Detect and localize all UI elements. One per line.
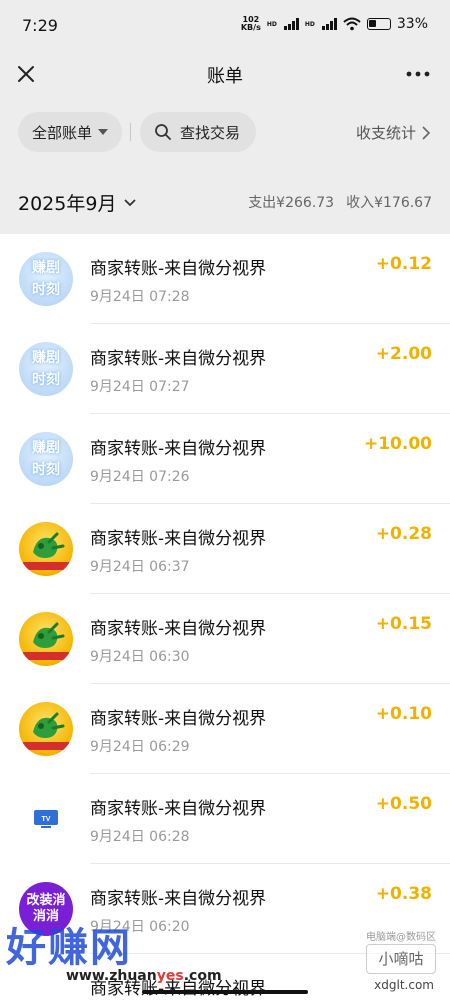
stats-link[interactable]: 收支统计: [356, 122, 430, 143]
transaction-name: 商家转账-来自微分视界: [90, 439, 267, 459]
transaction-time: 9月24日 07:27: [90, 379, 190, 395]
month-label: 2025年9月: [18, 193, 117, 215]
game-app-avatar: [19, 612, 73, 666]
transaction-time: 9月24日 06:29: [90, 739, 190, 755]
search-icon: [155, 124, 171, 140]
transaction-row[interactable]: 赚剧时刻 商家转账-来自微分视界 9月24日 07:27 +2.00: [0, 324, 450, 414]
transaction-row[interactable]: TV 商家转账-来自微分视界 9月24日 06:28 +0.50: [0, 774, 450, 864]
transaction-name: 商家转账-来自微分视界: [90, 349, 267, 369]
drama-app-avatar: 赚剧时刻: [19, 252, 73, 306]
signal-icon: [283, 18, 299, 30]
transaction-amount: +0.28: [375, 524, 432, 544]
drama-app-avatar: 赚剧时刻: [19, 432, 73, 486]
dragon-icon: [23, 712, 69, 750]
svg-text:TV: TV: [42, 816, 51, 823]
transaction-amount: +2.00: [375, 344, 432, 364]
transaction-name: 商家转账-来自微分视界: [90, 619, 267, 639]
transaction-name: 商家转账-来自微分视界: [90, 259, 267, 279]
transaction-time: 9月24日 06:30: [90, 649, 190, 665]
all-bills-filter[interactable]: 全部账单: [18, 112, 122, 152]
transaction-amount: +0.15: [375, 614, 432, 634]
chevron-right-icon: [422, 125, 430, 140]
page-title: 账单: [207, 66, 243, 87]
transaction-name: 商家转账-来自微分视界: [90, 799, 267, 819]
status-bar: 7:29 102 KB/s HD HD 33%: [0, 0, 450, 52]
transaction-time: 9月24日 06:37: [90, 559, 190, 575]
watermark-caption: 电脑端@数码区: [366, 932, 436, 943]
watermark-badge: 小嘀咕: [366, 944, 436, 974]
search-label: 查找交易: [180, 123, 241, 142]
watermark-site: xdglt.com: [374, 978, 434, 992]
hd-icon-2: HD: [304, 20, 315, 28]
transaction-time: 9月24日 07:28: [90, 289, 190, 305]
nav-bar: 账单: [0, 52, 450, 96]
game-app-avatar: [19, 522, 73, 576]
filter-divider: [130, 123, 131, 141]
dragon-icon: [23, 622, 69, 660]
tv-app-avatar: TV: [19, 792, 73, 846]
transaction-row[interactable]: 商家转账-来自微分视界 9月24日 06:29 +0.10: [0, 684, 450, 774]
network-speed: 102 KB/s: [240, 15, 261, 32]
stats-label: 收支统计: [355, 124, 416, 142]
transaction-row[interactable]: 赚剧时刻 商家转账-来自微分视界 9月24日 07:28 +0.12: [0, 234, 450, 324]
month-selector[interactable]: 2025年9月: [18, 189, 137, 216]
all-bills-label: 全部账单: [32, 123, 93, 142]
transaction-amount: +0.50: [375, 794, 432, 814]
income-total: 收入¥176.67: [346, 195, 432, 211]
watermark-url: www.zhuanyes.com: [66, 968, 222, 984]
transaction-name: 商家转账-来自微分视界: [90, 889, 267, 909]
expense-total: 支出¥266.73: [248, 195, 335, 211]
transaction-row[interactable]: 商家转账-来自微分视界 9月24日 06:37 +0.28: [0, 504, 450, 594]
drama-app-avatar: 赚剧时刻: [19, 342, 73, 396]
more-icon[interactable]: [404, 64, 432, 84]
transaction-list: 赚剧时刻 商家转账-来自微分视界 9月24日 07:28 +0.12 赚剧时刻 …: [0, 234, 450, 1000]
transaction-amount: +0.10: [375, 704, 432, 724]
game-app-avatar: [19, 702, 73, 756]
status-time: 7:29: [22, 16, 58, 35]
hd-icon: HD: [266, 20, 277, 28]
transaction-name: 商家转账-来自微分视界: [90, 529, 267, 549]
watermark-logo: 好赚网: [6, 925, 132, 971]
chevron-down-icon: [124, 198, 137, 206]
transaction-row[interactable]: 商家转账-来自微分视界 9月24日 06:30 +0.15: [0, 594, 450, 684]
transaction-amount: +10.00: [363, 434, 432, 454]
battery-percent: 33%: [396, 16, 428, 32]
month-summary: 支出¥266.73 收入¥176.67: [248, 192, 432, 212]
search-transactions-button[interactable]: 查找交易: [140, 112, 256, 152]
battery-icon: [366, 18, 391, 30]
month-bar: 2025年9月 支出¥266.73 收入¥176.67: [0, 168, 450, 234]
wifi-icon: [343, 17, 361, 31]
transaction-row[interactable]: 赚剧时刻 商家转账-来自微分视界 9月24日 07:26 +10.00: [0, 414, 450, 504]
status-icons: 102 KB/s HD HD 33%: [240, 15, 428, 33]
transaction-name: 商家转账-来自微分视界: [90, 709, 267, 729]
filter-bar: 全部账单 查找交易 收支统计: [0, 96, 450, 168]
dragon-icon: [23, 532, 69, 570]
transaction-time: 9月24日 06:28: [90, 829, 190, 845]
tv-icon: TV: [34, 810, 58, 828]
transaction-time: 9月24日 07:26: [90, 469, 190, 485]
transaction-amount: +0.38: [375, 884, 432, 904]
signal-icon-2: [321, 18, 337, 30]
home-indicator[interactable]: [142, 990, 308, 994]
transaction-amount: +0.12: [375, 254, 432, 274]
caret-down-icon: [98, 129, 109, 135]
